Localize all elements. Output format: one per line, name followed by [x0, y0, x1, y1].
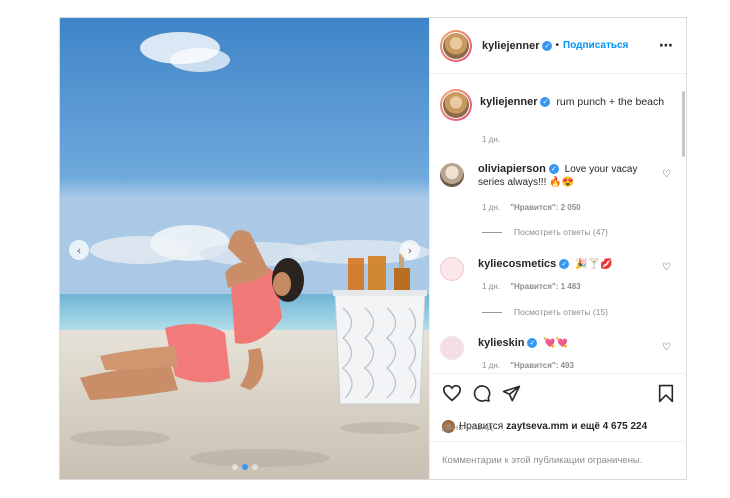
- comment-time[interactable]: 1 дн.: [482, 361, 500, 370]
- share-icon[interactable]: [502, 384, 521, 403]
- comment-icon[interactable]: [472, 384, 491, 403]
- comment-likes[interactable]: "Нравится": 1 483: [510, 282, 580, 291]
- comment-like-heart-icon[interactable]: ♡: [662, 262, 671, 273]
- verified-icon: ✓: [548, 164, 559, 175]
- comment-like-heart-icon[interactable]: ♡: [662, 342, 671, 353]
- bookmark-icon[interactable]: [658, 384, 674, 403]
- carousel-dot: [231, 464, 238, 470]
- commenter-avatar[interactable]: [440, 257, 464, 281]
- post-caption: kyliejenner ✓ rum punch + the beach: [440, 89, 664, 121]
- comment-likes[interactable]: "Нравится": 493: [510, 361, 574, 370]
- comment-time[interactable]: 1 дн.: [482, 282, 500, 291]
- comments-scrollbar[interactable]: [682, 91, 685, 157]
- verified-icon: ✓: [527, 338, 538, 349]
- view-replies-label[interactable]: Посмотреть ответы (47): [514, 227, 608, 237]
- posted-time[interactable]: ДЕНЬ НАЗАД: [442, 423, 493, 432]
- view-replies-label[interactable]: Посмотреть ответы (15): [514, 307, 608, 317]
- previous-photo-button[interactable]: ‹: [69, 240, 89, 260]
- commenter-avatar[interactable]: [440, 336, 464, 360]
- author-username[interactable]: kyliejenner: [482, 40, 539, 52]
- liker-username[interactable]: zaytseva.mm: [506, 421, 568, 432]
- comment-body: kylieskin ✓ 💘💘: [478, 337, 646, 360]
- comment-meta: 1 дн. "Нравится": 2 050: [482, 203, 581, 212]
- caption-username[interactable]: kyliejenner: [480, 96, 537, 108]
- commenter-username[interactable]: kyliecosmetics: [478, 258, 556, 270]
- commenter-username[interactable]: oliviapierson: [478, 163, 546, 175]
- view-replies-button[interactable]: Посмотреть ответы (15): [482, 307, 608, 317]
- comment-item: oliviapierson ✓ Love your vacay series al…: [440, 163, 670, 189]
- carousel-dot: [251, 464, 258, 470]
- caption-body: kyliejenner ✓ rum punch + the beach: [480, 96, 664, 121]
- comment-text: 💘💘: [543, 338, 569, 349]
- comment-meta: 1 дн. "Нравится": 493: [482, 361, 574, 370]
- likes-count[interactable]: и ещё 4 675 224: [571, 421, 647, 432]
- follow-separator: •: [555, 40, 559, 51]
- commenter-username[interactable]: kylieskin: [478, 337, 524, 349]
- next-photo-button[interactable]: ›: [400, 240, 420, 260]
- verified-icon: ✓: [542, 40, 553, 51]
- post-side-panel: kyliejenner ✓ • Подписаться ⋯ kyliejenne…: [429, 18, 687, 479]
- caption-time[interactable]: 1 дн.: [482, 135, 500, 144]
- verified-icon: ✓: [540, 97, 551, 108]
- comment-item: kylieskin ✓ 💘💘: [440, 336, 670, 360]
- comment-text: 🎉🍸💋: [575, 259, 613, 270]
- instagram-post: ‹ › kyliejenner ✓ • Подписаться ⋯ kyliej…: [59, 17, 687, 480]
- caption-text: rum punch + the beach: [556, 96, 665, 108]
- author-avatar[interactable]: [440, 89, 472, 121]
- comments-disabled-notice: Комментарии к этой публикации ограничены…: [430, 441, 687, 479]
- carousel-dot-active: [241, 464, 248, 470]
- comment-body: oliviapierson ✓ Love your vacay series al…: [478, 163, 646, 189]
- post-header: kyliejenner ✓ • Подписаться ⋯: [430, 18, 686, 74]
- replies-divider: [482, 231, 502, 233]
- comment-time[interactable]: 1 дн.: [482, 203, 500, 212]
- comment-likes[interactable]: "Нравится": 2 050: [510, 203, 580, 212]
- view-replies-button[interactable]: Посмотреть ответы (47): [482, 227, 608, 237]
- author-avatar[interactable]: [440, 29, 472, 62]
- comment-body: kyliecosmetics ✓ 🎉🍸💋: [478, 258, 646, 281]
- commenter-avatar[interactable]: [440, 163, 464, 187]
- verified-icon: ✓: [559, 259, 570, 270]
- replies-divider: [482, 311, 502, 313]
- more-icon[interactable]: ⋯: [659, 38, 674, 54]
- comment-item: kyliecosmetics ✓ 🎉🍸💋: [440, 257, 670, 281]
- follow-button[interactable]: Подписаться: [563, 40, 628, 51]
- heart-icon[interactable]: [442, 384, 462, 402]
- comments-list[interactable]: kyliejenner ✓ rum punch + the beach 1 дн.…: [430, 75, 687, 373]
- comment-like-heart-icon[interactable]: ♡: [662, 169, 671, 180]
- comment-meta: 1 дн. "Нравится": 1 483: [482, 282, 581, 291]
- carousel-indicator: [60, 464, 429, 470]
- post-photo[interactable]: ‹ ›: [60, 18, 429, 479]
- beach-photo: [60, 18, 429, 479]
